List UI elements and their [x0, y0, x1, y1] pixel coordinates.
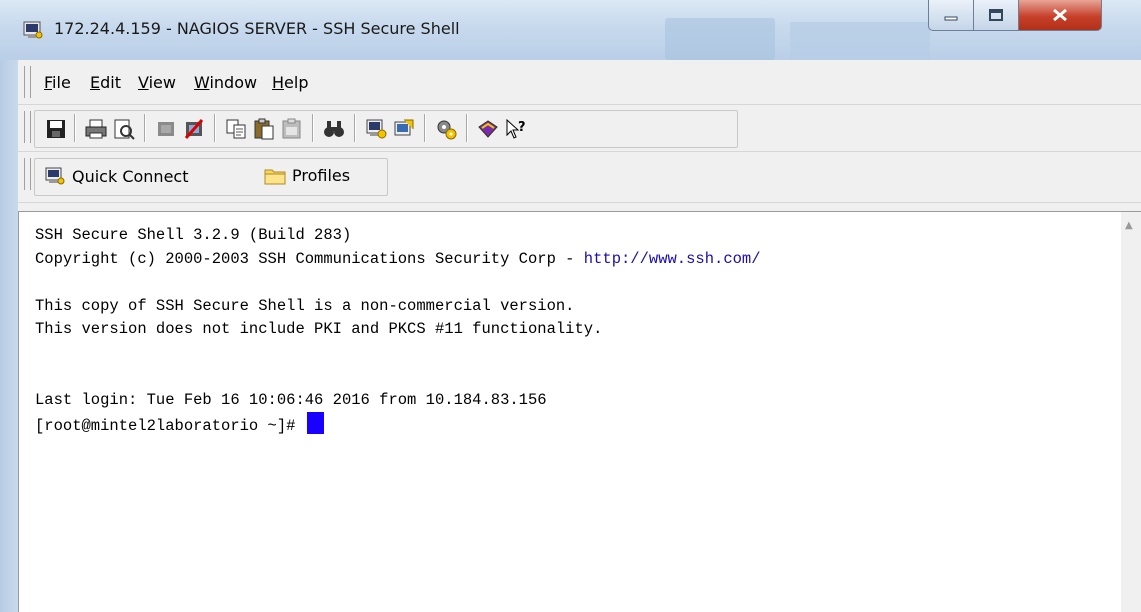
- quick-connect-icon: [45, 167, 65, 185]
- help-book-icon[interactable]: [476, 117, 500, 141]
- profiles-label: Profiles: [292, 166, 351, 185]
- terminal-line: Copyright (c) 2000-2003 SSH Communicatio…: [35, 249, 584, 268]
- terminal-line: This copy of SSH Secure Shell is a non-c…: [35, 296, 575, 315]
- ssh-website-link[interactable]: http://www.ssh.com/: [584, 250, 761, 268]
- maximize-button[interactable]: [974, 0, 1019, 31]
- disconnect-icon[interactable]: [182, 117, 206, 141]
- toolbar-grip[interactable]: [24, 158, 31, 190]
- terminal-cursor: [306, 412, 324, 434]
- title-bar[interactable]: 172.24.4.159 - NAGIOS SERVER - SSH Secur…: [0, 0, 1141, 60]
- terminal-line: SSH Secure Shell 3.2.9 (Build 283): [35, 226, 352, 244]
- terminal-line: This version does not include PKI and PK…: [35, 320, 603, 338]
- context-help-icon[interactable]: ?: [504, 117, 528, 141]
- new-terminal-icon[interactable]: [364, 117, 388, 141]
- terminal-area[interactable]: SSH Secure Shell 3.2.9 (Build 283) Copyr…: [18, 211, 1122, 612]
- find-icon[interactable]: [322, 117, 346, 141]
- quick-connect-label: Quick Connect: [72, 166, 189, 186]
- menu-help[interactable]: Help: [272, 73, 308, 92]
- menu-edit[interactable]: Edit: [90, 73, 121, 92]
- maximize-icon: [989, 9, 1003, 21]
- client-area: File Edit View Window Help ? Quick Conne…: [18, 60, 1141, 612]
- toolbar-grip[interactable]: [24, 111, 31, 143]
- close-icon: [1053, 8, 1067, 22]
- close-button[interactable]: [1019, 0, 1102, 31]
- print-preview-icon[interactable]: [112, 117, 136, 141]
- svg-text:?: ?: [518, 120, 526, 135]
- app-terminal-icon: [23, 21, 43, 39]
- menu-view[interactable]: View: [138, 73, 176, 92]
- toolbar-separator: [74, 114, 76, 142]
- background-blur: [790, 22, 930, 60]
- toolbar-separator: [466, 114, 468, 142]
- connect-icon[interactable]: [154, 117, 178, 141]
- new-file-transfer-icon[interactable]: [392, 117, 416, 141]
- last-login-line: Last login: Tue Feb 16 10:06:46 2016 fro…: [35, 390, 547, 409]
- shell-prompt: [root@mintel2laboratorio ~]#: [35, 417, 305, 435]
- toolbar-separator: [144, 114, 146, 142]
- minimize-icon: [944, 16, 958, 21]
- window-title: 172.24.4.159 - NAGIOS SERVER - SSH Secur…: [54, 19, 460, 38]
- quick-connect-button[interactable]: Quick Connect: [44, 166, 188, 186]
- folder-icon: [264, 169, 286, 184]
- toolbar-separator: [214, 114, 216, 142]
- minimize-button[interactable]: [928, 0, 974, 31]
- menu-file[interactable]: File: [44, 73, 71, 92]
- terminal-output: SSH Secure Shell 3.2.9 (Build 283) Copyr…: [35, 224, 761, 439]
- toolbar-separator: [354, 114, 356, 142]
- print-icon[interactable]: [84, 117, 108, 141]
- menu-window[interactable]: Window: [194, 73, 257, 92]
- paste-disabled-icon[interactable]: [280, 117, 304, 141]
- caption-buttons: [928, 0, 1102, 32]
- connect-toolbar: Quick Connect Profiles: [18, 152, 1141, 203]
- menu-grip[interactable]: [24, 66, 31, 98]
- toolbar-separator: [424, 114, 426, 142]
- profiles-button[interactable]: Profiles: [264, 166, 350, 185]
- copy-icon[interactable]: [224, 117, 248, 141]
- background-blur: [665, 18, 775, 60]
- scroll-up-icon[interactable]: ▲: [1125, 220, 1133, 231]
- ssh-window: 172.24.4.159 - NAGIOS SERVER - SSH Secur…: [0, 0, 1141, 612]
- paste-icon[interactable]: [252, 117, 276, 141]
- window-frame-left: [0, 60, 18, 612]
- vertical-scrollbar[interactable]: ▲: [1121, 211, 1141, 612]
- menu-bar: File Edit View Window Help: [18, 60, 1141, 105]
- save-icon[interactable]: [44, 117, 68, 141]
- main-toolbar: ?: [18, 105, 1141, 152]
- toolbar-separator: [312, 114, 314, 142]
- settings-icon[interactable]: [434, 117, 458, 141]
